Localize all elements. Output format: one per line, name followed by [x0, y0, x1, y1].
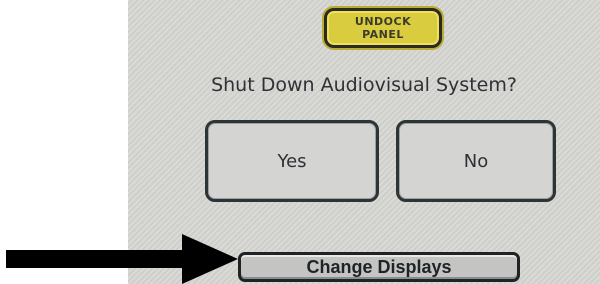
yes-button-label: Yes	[277, 150, 307, 172]
undock-label-line1: UNDOCK	[354, 15, 412, 28]
undock-panel-button[interactable]: UNDOCK PANEL	[324, 8, 442, 48]
arrow-right-icon	[6, 234, 238, 284]
change-displays-label: Change Displays	[306, 256, 452, 277]
no-button-label: No	[463, 150, 489, 172]
yes-button[interactable]: Yes	[205, 120, 379, 202]
undock-label-line2: PANEL	[362, 28, 404, 41]
no-button[interactable]: No	[396, 120, 556, 202]
change-displays-button[interactable]: Change Displays	[238, 252, 520, 282]
shutdown-prompt: Shut Down Audiovisual System?	[211, 74, 517, 96]
